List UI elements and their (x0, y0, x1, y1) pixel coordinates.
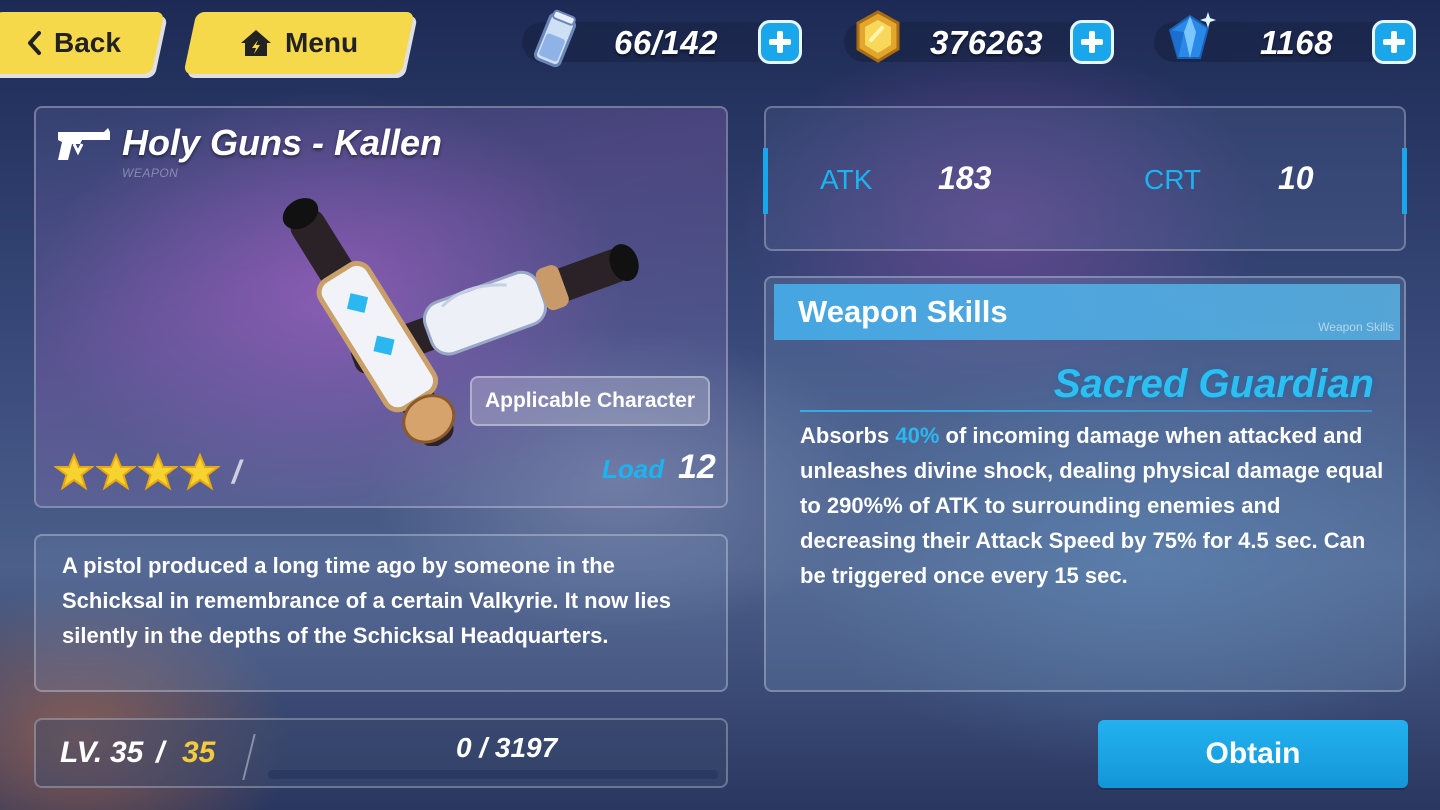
stamina-icon (533, 9, 577, 68)
skill-desc-prefix: Absorbs (800, 423, 896, 448)
coin-value: 376263 (930, 24, 1044, 61)
obtain-button[interactable]: Obtain (1098, 720, 1408, 788)
stats-edge-left (763, 148, 768, 214)
weapon-description: A pistol produced a long time ago by som… (62, 553, 671, 648)
star-slash: / (232, 453, 241, 490)
menu-label: Menu (285, 27, 359, 58)
weapon-skills-panel: Weapon Skills Weapon Skills Sacred Guard… (764, 276, 1406, 692)
crystal-counter: 1168 (1154, 12, 1416, 64)
star-icon (180, 452, 220, 491)
skills-header: Weapon Skills Weapon Skills (774, 284, 1400, 340)
pistol-icon (58, 128, 110, 160)
level-current: 35 (110, 736, 144, 769)
home-icon (241, 30, 272, 56)
load-label: Load (602, 454, 665, 484)
chevron-left-icon (27, 31, 41, 55)
coin-icon (856, 10, 900, 63)
star-icon (54, 452, 94, 491)
level-max: 35 (182, 736, 216, 769)
skill-underline (800, 410, 1372, 412)
exp-text: 0 / 3197 (456, 732, 558, 763)
crystal-icon (1168, 12, 1216, 59)
rarity-stars: / (54, 452, 241, 492)
crt-label: CRT (1144, 164, 1202, 195)
crystal-value: 1168 (1260, 24, 1333, 61)
stats-panel: ATK 183 CRT 10 (763, 106, 1407, 251)
skill-description: Absorbs 40% of incoming damage when atta… (800, 418, 1384, 593)
level-divider (242, 734, 256, 780)
weapon-display-panel: Holy Guns - Kallen WEAPON Applicable Cha… (34, 106, 728, 508)
stamina-counter: 66/142 (522, 9, 804, 68)
stats-edge-right (1402, 148, 1407, 214)
back-label: Back (53, 27, 121, 58)
add-stamina-button[interactable] (758, 20, 802, 64)
skill-name: Sacred Guardian (1053, 362, 1374, 406)
skills-header-title: Weapon Skills (798, 294, 1008, 329)
level-panel: LV. 35 / 35 0 / 3197 (34, 718, 728, 788)
weapon-name: Holy Guns - Kallen (122, 122, 443, 163)
weapon-type-label: WEAPON (122, 166, 179, 180)
applicable-character-button[interactable]: Applicable Character (470, 376, 710, 426)
star-icon (96, 452, 136, 491)
atk-value: 183 (938, 160, 992, 196)
back-button[interactable]: Back (0, 12, 165, 74)
atk-label: ATK (820, 164, 873, 195)
menu-button[interactable]: Menu (183, 12, 415, 74)
add-crystals-button[interactable] (1372, 20, 1416, 64)
add-coins-button[interactable] (1070, 20, 1114, 64)
level-separator: / (156, 736, 165, 769)
stamina-value: 66/142 (614, 24, 718, 61)
skills-header-subtitle: Weapon Skills (1318, 320, 1394, 334)
load-value: 12 (678, 448, 716, 486)
star-icon (138, 452, 178, 491)
crt-value: 10 (1278, 160, 1314, 196)
exp-progress-bar (268, 770, 718, 779)
skill-desc-highlight: 40% (895, 423, 940, 448)
level-label: LV. (60, 736, 103, 769)
coin-counter: 376263 (844, 10, 1114, 64)
weapon-description-panel: A pistol produced a long time ago by som… (34, 534, 728, 692)
